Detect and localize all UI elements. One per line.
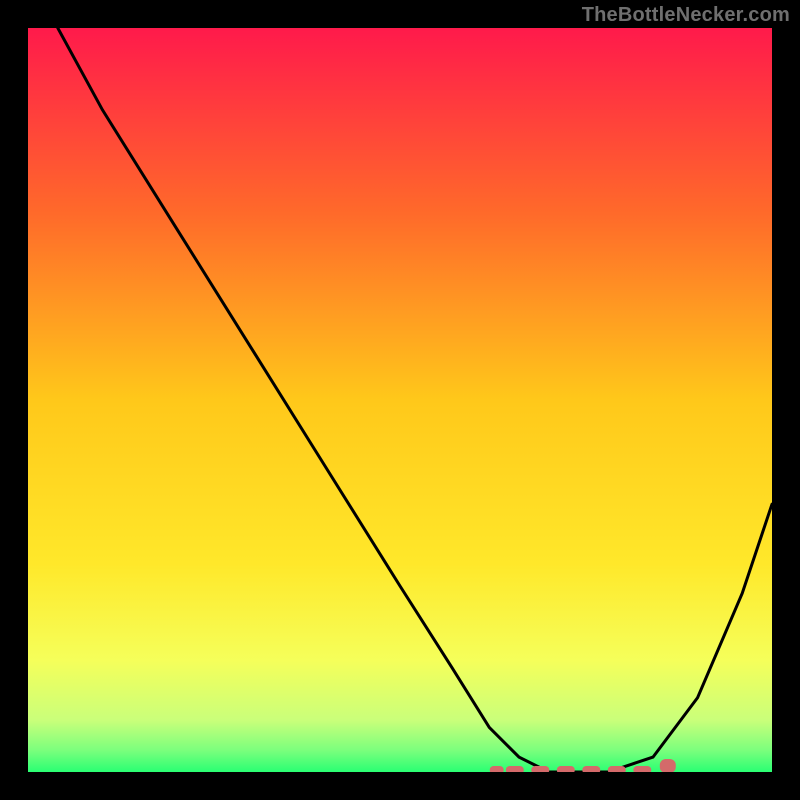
flat-marker: [660, 759, 676, 772]
flat-marker: [633, 766, 651, 772]
flat-marker: [531, 766, 549, 772]
flat-marker: [490, 766, 504, 772]
flat-marker: [557, 766, 575, 772]
bottleneck-chart: [28, 28, 772, 772]
gradient-background: [28, 28, 772, 772]
flat-marker: [506, 766, 524, 772]
chart-stage: TheBottleNecker.com: [0, 0, 800, 800]
flat-marker: [608, 766, 626, 772]
chart-svg: [28, 28, 772, 772]
attribution-text: TheBottleNecker.com: [582, 4, 790, 27]
flat-marker: [582, 766, 600, 772]
